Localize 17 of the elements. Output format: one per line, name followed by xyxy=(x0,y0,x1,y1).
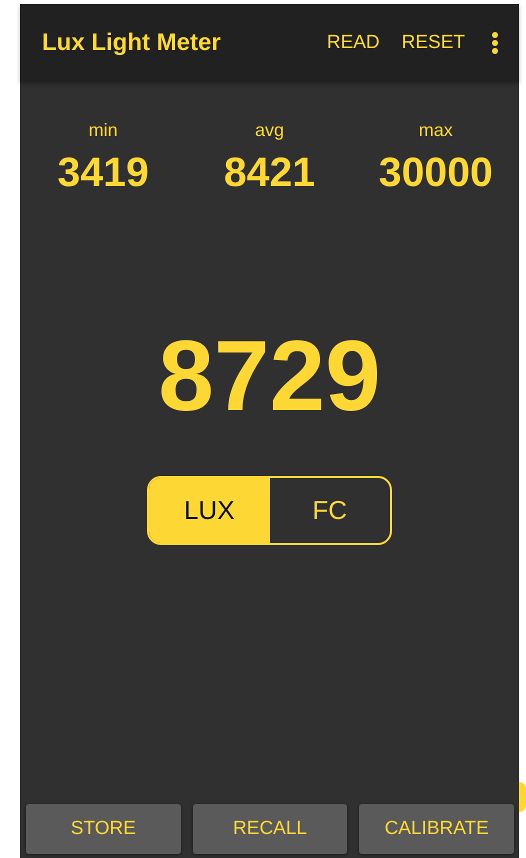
app-title: Lux Light Meter xyxy=(42,29,222,57)
stat-label: max xyxy=(418,120,453,141)
lux-reading: 8729 xyxy=(158,326,381,426)
more-icon[interactable] xyxy=(491,31,499,55)
edge-handle[interactable] xyxy=(519,782,526,812)
action-button[interactable]: RECALL xyxy=(192,804,348,854)
stat-value: 3419 xyxy=(58,149,149,196)
action-button[interactable]: CALIBRATE xyxy=(359,804,514,854)
stat-label: avg xyxy=(254,120,284,141)
unit-option[interactable]: FC xyxy=(270,478,390,543)
stat-value: 30000 xyxy=(378,149,493,196)
action-button[interactable]: READ xyxy=(318,32,388,54)
action-button[interactable]: STORE xyxy=(26,804,181,854)
stat-label: min xyxy=(88,120,118,141)
action-button[interactable]: RESET xyxy=(394,32,473,54)
stat-value: 8421 xyxy=(224,149,316,196)
unit-option[interactable]: LUX xyxy=(149,478,270,543)
